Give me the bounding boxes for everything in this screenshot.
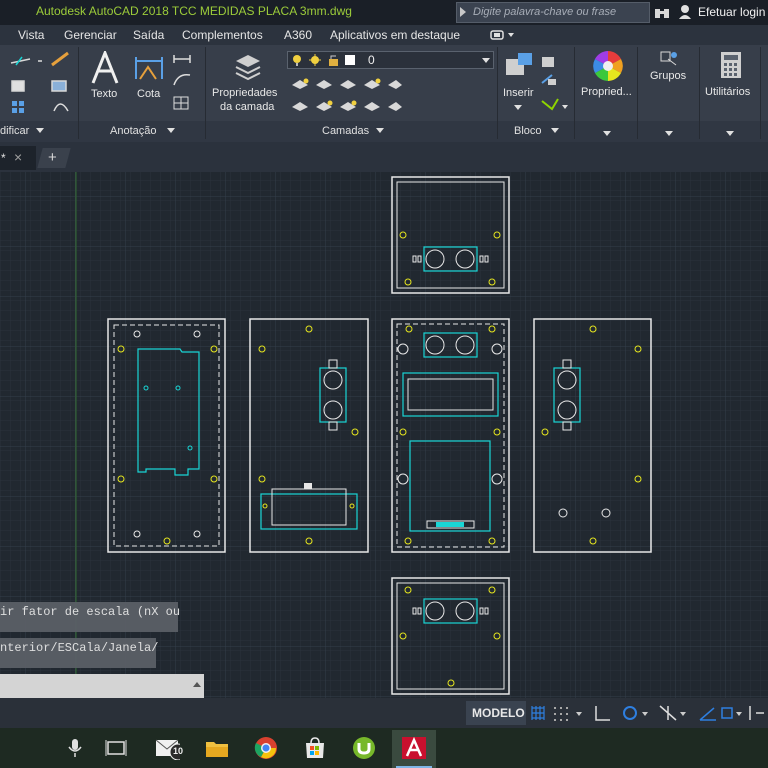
panel-bloco-label[interactable]: Bloco	[514, 125, 542, 137]
panel-bloco-expand-icon[interactable]	[551, 128, 559, 134]
mail-badge: 10	[173, 746, 184, 756]
windows-taskbar: 10	[0, 728, 768, 768]
annotation-small-tools[interactable]	[172, 51, 202, 111]
ribbon: dificar Texto Cota Anotação Propriedades…	[0, 45, 768, 142]
status-toggle-icons[interactable]	[530, 704, 768, 722]
layer-current-value: 0	[368, 53, 375, 67]
layer-state-icons[interactable]	[291, 54, 355, 67]
drawing-tab-label[interactable]: *	[1, 151, 6, 165]
model-space-button[interactable]: MODELO	[466, 701, 526, 725]
login-area[interactable]: Efetuar login	[652, 0, 768, 25]
user-icon[interactable]	[678, 4, 692, 20]
binoculars-icon[interactable]	[654, 5, 670, 20]
utilities-expand-icon[interactable]	[726, 131, 734, 137]
command-history-text-2: nterior/ESCala/Janela/	[0, 641, 159, 655]
microphone-icon[interactable]	[62, 736, 88, 760]
login-link[interactable]: Efetuar login	[698, 5, 765, 19]
insert-block-label[interactable]: Inserir	[503, 87, 534, 99]
calculator-icon[interactable]	[720, 51, 742, 79]
file-explorer-icon[interactable]	[204, 736, 230, 760]
text-tool-icon[interactable]	[90, 51, 120, 85]
panel-camadas-label[interactable]: Camadas	[322, 125, 369, 137]
properties-label[interactable]: Propried...	[581, 86, 632, 98]
panel-camadas-expand-icon[interactable]	[376, 128, 384, 134]
autocad-icon[interactable]	[401, 736, 427, 760]
window-title: Autodesk AutoCAD 2018 TCC MEDIDAS PLACA …	[36, 4, 352, 18]
groups-icon[interactable]	[660, 51, 678, 67]
tab-complementos[interactable]: Complementos	[182, 28, 263, 42]
ribbon-tab-bar: Vista Gerenciar Saída Complementos A360 …	[0, 25, 768, 45]
chevron-down-icon[interactable]	[482, 58, 490, 64]
layer-properties-label-1[interactable]: Propriedades	[212, 87, 277, 99]
dimension-tool-icon[interactable]	[134, 53, 164, 83]
layer-dropdown[interactable]: 0	[287, 51, 494, 69]
groups-label[interactable]: Grupos	[650, 70, 686, 82]
dimension-tool-label[interactable]: Cota	[137, 88, 160, 100]
tab-a360[interactable]: A360	[284, 28, 312, 42]
panel-anotacao-expand-icon[interactable]	[167, 128, 175, 134]
insert-dropdown-icon[interactable]	[514, 105, 522, 111]
command-input[interactable]	[0, 674, 204, 698]
groups-expand-icon[interactable]	[665, 131, 673, 137]
layer-properties-icon[interactable]	[232, 51, 264, 83]
status-bar: MODELO	[0, 698, 768, 728]
modify-tools[interactable]	[8, 51, 78, 115]
layer-properties-label-2[interactable]: da camada	[220, 101, 274, 113]
command-history-toggle-icon[interactable]	[193, 682, 201, 688]
tab-saida[interactable]: Saída	[133, 28, 164, 42]
tab-aplicativos[interactable]: Aplicativos em destaque	[330, 28, 460, 42]
utilities-label[interactable]: Utilitários	[705, 86, 750, 98]
add-icon[interactable]: +	[48, 149, 57, 166]
properties-color-wheel-icon[interactable]	[591, 49, 625, 83]
panel-anotacao-label[interactable]: Anotação	[110, 125, 156, 137]
store-icon[interactable]	[302, 736, 328, 760]
model-space-label[interactable]: MODELO	[472, 706, 525, 720]
block-small-tools[interactable]	[540, 53, 570, 113]
drawing-tab-bar: * × +	[0, 142, 768, 172]
text-tool-label[interactable]: Texto	[91, 88, 117, 100]
close-icon[interactable]: ×	[14, 149, 22, 165]
autocad-taskbar-item[interactable]	[392, 730, 436, 768]
panel-modificar-expand-icon[interactable]	[36, 128, 44, 134]
tab-gerenciar[interactable]: Gerenciar	[64, 28, 117, 42]
ribbon-toggle-icon[interactable]	[490, 29, 518, 41]
chrome-icon[interactable]	[253, 736, 279, 760]
search-input[interactable]: Digite palavra-chave ou frase	[456, 2, 650, 23]
search-expand-icon[interactable]	[460, 7, 466, 17]
title-bar: Autodesk AutoCAD 2018 TCC MEDIDAS PLACA …	[0, 0, 768, 25]
properties-expand-icon[interactable]	[603, 131, 611, 137]
task-view-icon[interactable]	[103, 736, 129, 760]
panel-modificar-label[interactable]: dificar	[0, 125, 29, 137]
tab-vista[interactable]: Vista	[18, 28, 44, 42]
utorrent-icon[interactable]	[351, 736, 377, 760]
drawing-tab[interactable]: * ×	[0, 146, 36, 170]
layer-tools-grid[interactable]	[290, 75, 402, 117]
command-history-line-1: ir fator de escala (nX ou	[0, 602, 181, 632]
search-placeholder: Digite palavra-chave ou frase	[473, 6, 617, 18]
command-history-line-2: nterior/ESCala/Janela/	[0, 638, 159, 668]
command-history-text-1: ir fator de escala (nX ou	[0, 605, 181, 619]
insert-block-icon[interactable]	[502, 51, 536, 83]
